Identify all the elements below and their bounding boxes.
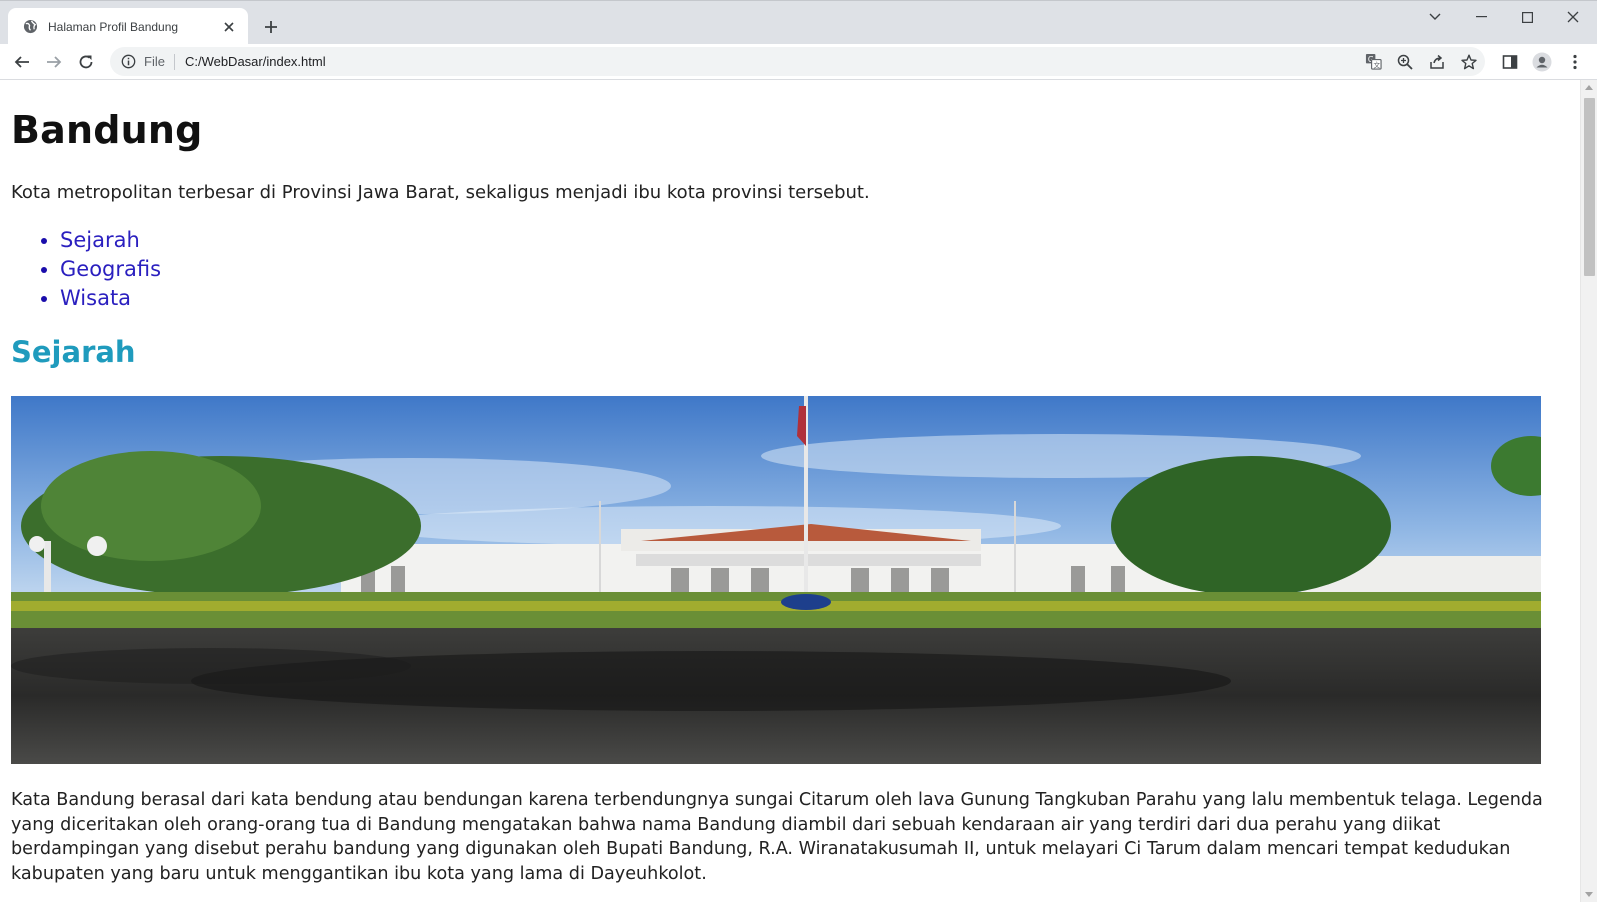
scroll-up-icon[interactable]: [1585, 85, 1593, 90]
page-viewport: Bandung Kota metropolitan terbesar di Pr…: [0, 80, 1580, 902]
scrollbar-thumb[interactable]: [1584, 98, 1595, 276]
address-bar[interactable]: File C:/WebDasar/index.html G文: [110, 47, 1485, 76]
section-nav-list: Sejarah Geografis Wisata: [37, 226, 161, 313]
arrow-right-icon[interactable]: [40, 48, 68, 76]
maximize-icon[interactable]: [1504, 1, 1550, 33]
star-icon[interactable]: [1453, 48, 1485, 76]
page-tagline: Kota metropolitan terbesar di Provinsi J…: [11, 182, 870, 203]
profile-icon[interactable]: [1528, 48, 1556, 76]
info-circle-icon[interactable]: [120, 54, 136, 70]
window-close-icon[interactable]: [1550, 1, 1596, 33]
tab-title: Halaman Profil Bandung: [48, 19, 179, 34]
share-icon[interactable]: [1421, 48, 1453, 76]
side-panel-icon[interactable]: [1496, 48, 1524, 76]
sejarah-paragraph: Kata Bandung berasal dari kata bendung a…: [11, 790, 1543, 884]
translate-icon[interactable]: G文: [1357, 48, 1389, 76]
scroll-down-icon[interactable]: [1585, 892, 1593, 897]
nav-link-sejarah[interactable]: Sejarah: [60, 228, 140, 252]
browser-toolbar: File C:/WebDasar/index.html G文: [0, 44, 1597, 80]
zoom-icon[interactable]: [1389, 48, 1421, 76]
nav-link-geografis[interactable]: Geografis: [60, 257, 161, 281]
new-tab-button[interactable]: [258, 14, 284, 40]
tab-strip: Halaman Profil Bandung: [0, 0, 1597, 45]
reload-icon[interactable]: [72, 48, 100, 76]
url-text[interactable]: C:/WebDasar/index.html: [185, 54, 1357, 69]
gedung-sate-photo: [11, 396, 1541, 764]
scheme-label: File: [144, 53, 175, 70]
minimize-icon[interactable]: [1458, 1, 1504, 33]
vertical-scrollbar[interactable]: [1580, 80, 1597, 902]
kebab-menu-icon[interactable]: [1561, 48, 1589, 76]
list-item: Geografis: [60, 255, 161, 284]
section-heading: Sejarah: [11, 335, 136, 369]
svg-text:文: 文: [1373, 61, 1380, 70]
list-item: Wisata: [60, 284, 161, 313]
page-title: Bandung: [11, 108, 203, 152]
browser-tab[interactable]: Halaman Profil Bandung: [8, 8, 248, 45]
tab-close-icon[interactable]: [220, 18, 238, 36]
tab-search-icon[interactable]: [1412, 1, 1458, 33]
nav-link-wisata[interactable]: Wisata: [60, 286, 131, 310]
list-item: Sejarah: [60, 226, 161, 255]
arrow-left-icon[interactable]: [8, 48, 36, 76]
globe-icon: [22, 19, 38, 35]
